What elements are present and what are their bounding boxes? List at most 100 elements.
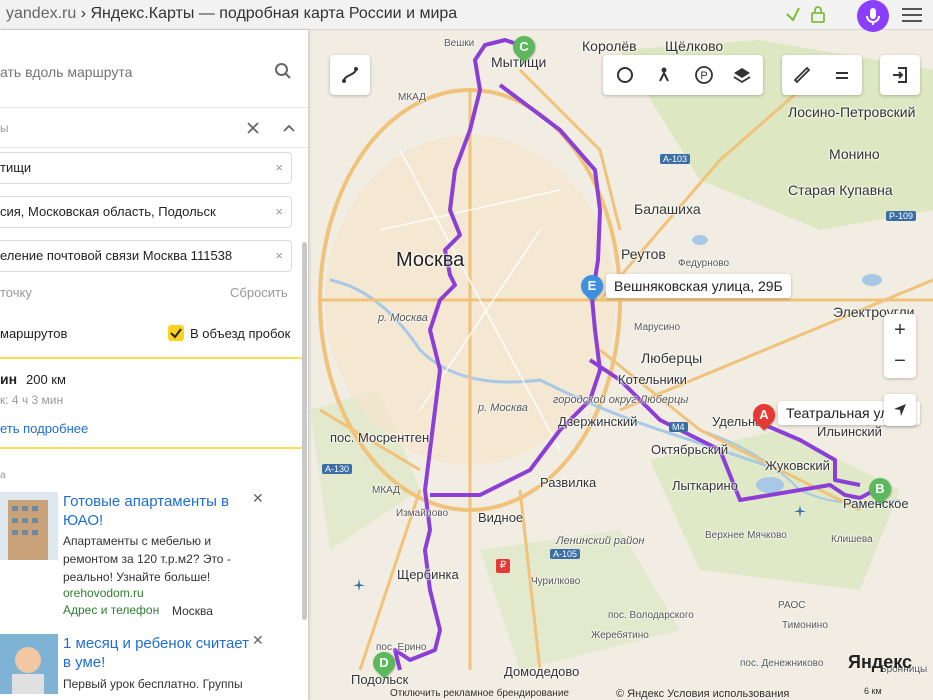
route-details-link[interactable]: еть подробнее — [0, 421, 88, 436]
routes-label[interactable]: маршрутов — [0, 326, 67, 341]
clear-icon[interactable]: × — [275, 153, 283, 183]
label-mkad-1: МКАД — [398, 92, 426, 103]
zoom-out-icon[interactable]: − — [894, 346, 906, 378]
road-badge-p109: Р-109 — [886, 211, 917, 221]
label-korolev: Королёв — [582, 38, 637, 54]
copyright-text[interactable]: © Яндекс Условия использования — [616, 688, 789, 700]
search-row — [0, 30, 308, 108]
search-along-route-input[interactable] — [0, 54, 270, 90]
label-izmaylovo: Измайлово — [396, 508, 449, 519]
label-zhelebino: Жеребятино — [591, 630, 649, 641]
ad-link[interactable]: orehovodom.ru — [63, 586, 144, 600]
route-option-card[interactable]: ин 200 км к: 4 ч 3 мин еть подробнее — [0, 357, 304, 449]
url-bar[interactable]: yandex.ru › Яндекс.Карты — подробная кар… — [6, 5, 457, 23]
microphone-icon — [866, 8, 880, 25]
marker-a[interactable]: A — [748, 399, 780, 431]
person-icon — [659, 67, 669, 82]
route-distance: 200 км — [26, 372, 66, 387]
traffic-icon — [617, 67, 633, 83]
ad-close-icon[interactable]: ✕ — [252, 490, 264, 507]
marker-a-letter: A — [759, 407, 769, 422]
label-losino: Лосино-Петровский — [788, 104, 916, 120]
label-verkhnee: Верхнее Мячково — [705, 530, 787, 541]
layers-icon — [733, 68, 751, 84]
airport-icon — [353, 579, 365, 591]
label-fedurnovo: Федурново — [678, 258, 730, 269]
label-monino: Монино — [829, 146, 880, 162]
label-balashikha: Балашиха — [634, 201, 701, 217]
avoid-traffic-checkbox[interactable] — [168, 325, 184, 341]
label-lytkarino: Лыткарино — [672, 478, 738, 493]
equals-icon — [836, 72, 848, 79]
marker-e[interactable]: E — [576, 270, 608, 302]
navigation-arrow-icon — [894, 404, 906, 416]
parking-button[interactable]: P — [688, 59, 720, 91]
layers-button[interactable] — [726, 59, 758, 91]
zoom-in-icon[interactable]: + — [894, 314, 906, 346]
marker-c[interactable]: C — [508, 31, 540, 63]
marker-b-letter: B — [875, 481, 885, 496]
label-moscow: Москва — [396, 249, 465, 271]
voice-search-button[interactable] — [857, 0, 889, 32]
browser-address-bar: yandex.ru › Яндекс.Карты — подробная кар… — [0, 0, 933, 32]
road-badge-a103: А-103 — [660, 154, 691, 164]
route-panel: ы тищи × сия, Московская область, Подоль… — [0, 30, 308, 700]
waypoint-field[interactable]: еление почтовой связи Москва 111538 × — [0, 240, 292, 272]
hamburger-menu-icon[interactable] — [902, 7, 922, 23]
panel-scrollbar[interactable] — [302, 242, 307, 620]
route-header: ы — [0, 110, 308, 148]
marker-d[interactable]: D — [368, 647, 400, 679]
label-gorodskoy: городской округ Люберцы — [553, 394, 689, 406]
lock-icon — [811, 6, 825, 23]
ad-text: Апартаменты с мебелью и ремонтом за 120 … — [63, 534, 231, 584]
route-mode-button[interactable] — [330, 55, 370, 95]
marker-b[interactable]: B — [864, 473, 896, 505]
ad-title[interactable]: Готовые апартаменты в ЮАО! — [63, 492, 253, 530]
traffic-button[interactable] — [609, 59, 641, 91]
clear-icon[interactable]: × — [275, 241, 283, 271]
waypoint-value: еление почтовой связи Москва 111538 — [0, 248, 233, 263]
bookmark-icon[interactable] — [784, 5, 802, 23]
map-scale: 6 км — [864, 686, 882, 696]
label-kupavna: Старая Купавна — [788, 182, 893, 198]
label-zhukovsky: Жуковский — [765, 458, 830, 473]
clear-icon[interactable]: × — [275, 197, 283, 227]
label-razvilka: Развилка — [540, 475, 597, 490]
waypoint-value: тищи — [0, 160, 32, 175]
parking-icon: P — [695, 66, 713, 84]
login-button[interactable] — [880, 55, 920, 95]
ad-building-image[interactable] — [0, 492, 58, 560]
ad-title[interactable]: 1 месяц и ребенок считает в уме! — [63, 634, 253, 672]
route-alt-time: к: 4 ч 3 мин — [0, 393, 64, 407]
label-veshki: Вешки — [444, 38, 475, 49]
ad-close-icon[interactable]: ✕ — [252, 632, 264, 649]
menu-button[interactable] — [826, 59, 858, 91]
ad-contact-link[interactable]: Адрес и телефон — [63, 603, 159, 617]
marker-e-label[interactable]: Вешняковская улица, 29Б — [606, 274, 791, 298]
ruler-button[interactable] — [786, 59, 818, 91]
label-volodarskoe: пос. Володарского — [608, 610, 694, 621]
geolocation-button[interactable] — [884, 394, 916, 426]
route-header-label: ы — [0, 121, 9, 135]
label-ilinsky: Ильинский — [817, 424, 882, 439]
url-domain: yandex.ru — [6, 5, 77, 22]
ad-child-image[interactable] — [0, 634, 58, 694]
label-r-moskva-2: р. Москва — [478, 402, 528, 414]
reset-link[interactable]: Сбросить — [230, 285, 288, 300]
chevron-up-icon[interactable] — [282, 121, 296, 135]
road-badge-a105: А-105 — [550, 549, 581, 559]
search-icon[interactable] — [274, 62, 292, 80]
label-kotelniki: Котельники — [618, 372, 687, 387]
ad-city: Москва — [172, 604, 213, 618]
ruler-icon — [793, 66, 811, 84]
waypoint-field[interactable]: сия, Московская область, Подольск × — [0, 196, 292, 228]
close-icon[interactable] — [246, 121, 260, 135]
waypoint-field[interactable]: тищи × — [0, 152, 292, 184]
add-point-link[interactable]: точку — [0, 285, 32, 300]
label-r-moskva-1: р. Москва — [378, 312, 428, 324]
disable-ad-branding-link[interactable]: Отключить рекламное брендирование — [390, 688, 569, 699]
panorama-button[interactable] — [648, 59, 680, 91]
avoid-traffic-label[interactable]: В объезд пробок — [190, 326, 290, 341]
label-shcherbinka: Щербинка — [397, 567, 459, 582]
label-leninsky: Ленинский район — [556, 535, 645, 547]
